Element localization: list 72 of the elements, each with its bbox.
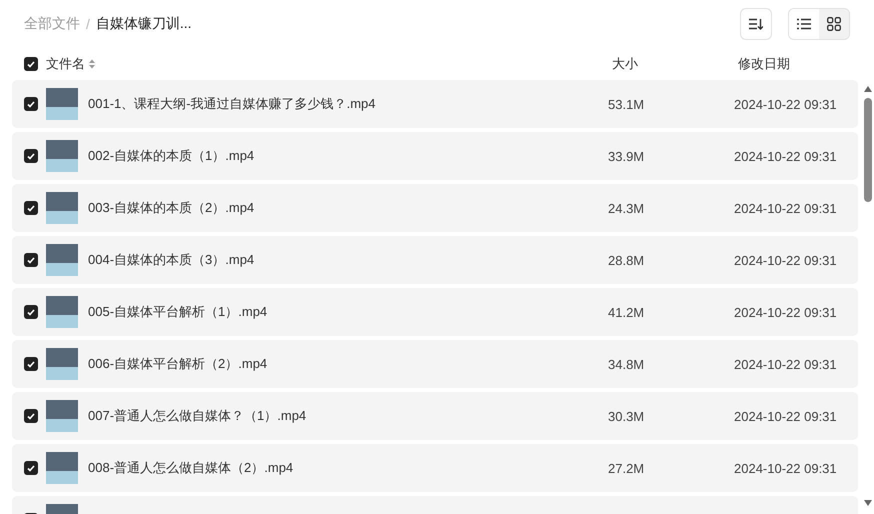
file-row[interactable]: 003-自媒体的本质（2）.mp4 24.3M 2024-10-22 09:31 [12, 184, 858, 232]
file-row[interactable]: 006-自媒体平台解析（2）.mp4 34.8M 2024-10-22 09:31 [12, 340, 858, 388]
modified-date: 2024-10-22 09:31 [734, 252, 837, 268]
file-name: 005-自媒体平台解析（1）.mp4 [88, 303, 268, 321]
video-thumbnail-placeholder [46, 348, 78, 380]
check-icon [27, 60, 35, 68]
scroll-down-icon[interactable] [864, 500, 872, 506]
file-row[interactable]: 008-普通人怎么做自媒体（2）.mp4 27.2M 2024-10-22 09:31 [12, 444, 858, 492]
file-size: 27.2M [608, 460, 646, 476]
scroll-up-icon[interactable] [864, 86, 872, 92]
video-thumbnail-placeholder [46, 452, 78, 484]
select-all-checkbox[interactable] [24, 57, 38, 71]
file-name: 008-普通人怎么做自媒体（2）.mp4 [88, 459, 294, 477]
breadcrumb-link[interactable]: 自媒体镰刀训... [96, 15, 192, 33]
grid-icon [827, 17, 841, 31]
video-thumbnail-placeholder [46, 88, 78, 120]
check-icon [27, 464, 35, 472]
sort-arrows-icon[interactable] [89, 59, 95, 69]
file-size: 33.9M [608, 148, 646, 164]
file-size: 53.1M [608, 96, 646, 112]
file-size: 24.3M [608, 200, 646, 216]
file-size: 41.2M [608, 304, 646, 320]
file-name: 001-1、课程大纲-我通过自媒体赚了多少钱？.mp4 [88, 95, 376, 113]
file-name: 002-自媒体的本质（1）.mp4 [88, 147, 256, 165]
file-name: 006-自媒体平台解析（2）.mp4 [88, 355, 268, 373]
video-thumbnail-placeholder [46, 400, 78, 432]
column-header: 大小 [612, 55, 638, 73]
column-header[interactable]: 文件名 [46, 55, 85, 73]
row-checkbox[interactable] [24, 253, 38, 267]
video-thumbnail-placeholder [46, 140, 78, 172]
file-name: 004-自媒体的本质（3）.mp4 [88, 251, 256, 269]
modified-date: 2024-10-22 09:31 [734, 96, 837, 112]
row-checkbox[interactable] [24, 97, 38, 111]
check-icon [27, 256, 35, 264]
check-icon [27, 204, 35, 212]
modified-date: 2024-10-22 09:31 [734, 460, 837, 476]
file-size: 28.8M [608, 252, 646, 268]
check-icon [27, 412, 35, 420]
grid-view-button[interactable] [819, 9, 849, 39]
modified-date: 2024-10-22 09:31 [734, 304, 837, 320]
row-checkbox[interactable] [24, 461, 38, 475]
sort-icon [749, 18, 763, 30]
scrollbar-thumb[interactable] [864, 98, 872, 202]
row-checkbox[interactable] [24, 409, 38, 423]
video-thumbnail-placeholder [46, 296, 78, 328]
file-name: 007-普通人怎么做自媒体？（1）.mp4 [88, 407, 308, 425]
check-icon [27, 152, 35, 160]
check-icon [27, 308, 35, 316]
modified-date: 2024-10-22 09:31 [734, 200, 837, 216]
file-row[interactable]: 007-普通人怎么做自媒体？（1）.mp4 30.3M 2024-10-22 09:31 [12, 392, 858, 440]
file-row[interactable]: 001-1、课程大纲-我通过自媒体赚了多少钱？.mp4 53.1M 2024-10-22 09:31 [12, 80, 858, 128]
file-size: 34.8M [608, 356, 646, 372]
column-header: 修改日期 [738, 55, 790, 73]
file-size: 30.3M [608, 408, 646, 424]
row-checkbox[interactable] [24, 357, 38, 371]
file-name: 003-自媒体的本质（2）.mp4 [88, 199, 256, 217]
row-checkbox[interactable] [24, 149, 38, 163]
file-row[interactable]: 004-自媒体的本质（3）.mp4 28.8M 2024-10-22 09:31 [12, 236, 858, 284]
check-icon [27, 360, 35, 368]
breadcrumb-separator: / [86, 16, 90, 32]
check-icon [27, 100, 35, 108]
row-checkbox[interactable] [24, 305, 38, 319]
list-icon [797, 18, 811, 30]
file-row[interactable]: 005-自媒体平台解析（1）.mp4 41.2M 2024-10-22 09:31 [12, 288, 858, 336]
modified-date: 2024-10-22 09:31 [734, 408, 837, 424]
video-thumbnail-placeholder [46, 244, 78, 276]
modified-date: 2024-10-22 09:31 [734, 148, 837, 164]
file-row[interactable]: 002-自媒体的本质（1）.mp4 33.9M 2024-10-22 09:31 [12, 132, 858, 180]
sort-button[interactable] [740, 8, 772, 40]
video-thumbnail-placeholder [46, 192, 78, 224]
modified-date: 2024-10-22 09:31 [734, 356, 837, 372]
row-checkbox[interactable] [24, 201, 38, 215]
